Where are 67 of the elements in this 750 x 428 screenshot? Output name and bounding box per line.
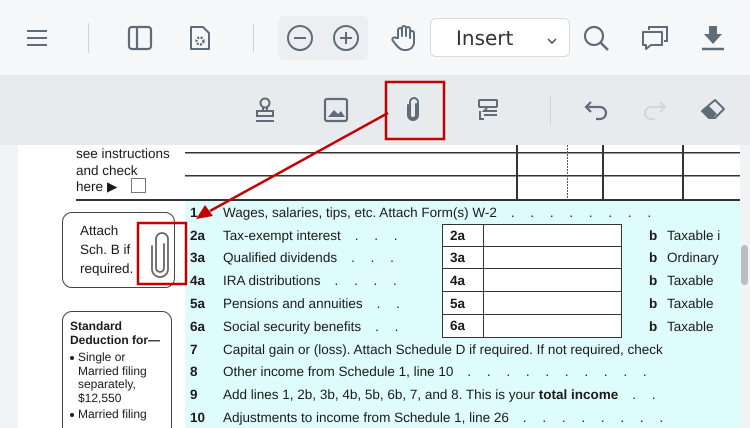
line-label: Capital gain or (loss). Attach Schedule D if required. If not required, check [223,342,663,357]
line-label: Qualified dividends [223,250,338,266]
line-number: 6a [189,318,206,334]
line-label: Taxable [667,318,714,334]
box-number: 4a [442,269,484,292]
line-label: Taxable [667,296,714,312]
line-letter: b [649,273,658,288]
dot-leader: . . . . . . . . . . [467,364,647,380]
box-number: 3a [442,246,484,270]
amount-field[interactable] [484,269,622,292]
scrollbar-thumb[interactable] [741,245,748,285]
line-number: 5a [189,296,206,312]
attach-text: required. [80,260,134,278]
line-label: Ordinary [667,250,719,266]
paperclip-icon [150,230,172,280]
attach-text: Sch. B if [80,241,130,259]
line-number: 8 [189,364,199,380]
line-label: Social security benefits [223,318,362,334]
instruction-text: and check [76,162,138,179]
highlight-frame [384,80,446,140]
amount-field[interactable] [484,314,622,338]
checkbox[interactable] [131,178,146,193]
dot-leader: . . . . . . . . [510,204,652,220]
dot-leader: . . [632,387,656,402]
line-label: Adjustments to income from Schedule 1, line 26 [223,410,509,426]
deduction-item: Single or Married filing separately, $12,550 [78,351,148,405]
caret-icon [547,38,557,44]
line-number: 7 [189,342,199,357]
dot-leader: . . . [354,228,398,243]
line-label: Tax-exempt interest [223,228,341,243]
dot-leader: . . . . . . . . [522,410,664,426]
instruction-text: see instructions [76,146,170,162]
box-number: 5a [442,292,484,315]
line-letter: b [649,296,658,312]
amount-field[interactable] [484,292,622,315]
dot-leader: . . [375,318,398,334]
line-letter: b [649,228,658,243]
line-label: Add lines 1, 2b, 3b, 4b, 5b, 6b, 7, and 8. This is your total income [223,387,618,402]
line-number: 4a [189,273,206,288]
line-label: Taxable i [667,228,720,243]
highlight-frame [136,222,188,286]
bullet-icon [70,413,74,417]
standard-deduction-title: Standard Deduction for— [70,320,161,347]
instruction-text: here ▶ [76,179,118,196]
amount-field[interactable] [484,224,622,247]
line-label: Wages, salaries, tips, etc. Attach Form(s) W-2 [223,204,497,220]
dot-leader: . . . [351,250,394,266]
mode-dropdown[interactable]: Insert [430,18,570,57]
line-number: 1 [189,204,199,220]
dot-leader: . . . . [334,273,397,288]
bullet-icon [70,356,74,360]
line-number: 3a [189,250,206,266]
line-label: Other income from Schedule 1, line 10 [223,364,454,380]
box-number: 6a [442,314,484,338]
line-letter: b [649,318,658,334]
dot-leader: . . [376,296,400,312]
line-number: 9 [189,387,199,402]
attach-text: Attach [80,222,118,240]
line-number: 2a [189,228,206,243]
box-number: 2a [442,224,484,247]
line-number: 10 [189,410,206,426]
line-label: Pensions and annuities [223,296,363,312]
line-label: Taxable [667,273,714,288]
deduction-item: Married filing [78,408,147,422]
line-label: IRA distributions [223,273,321,288]
line-letter: b [649,250,658,266]
amount-field[interactable] [484,246,622,270]
